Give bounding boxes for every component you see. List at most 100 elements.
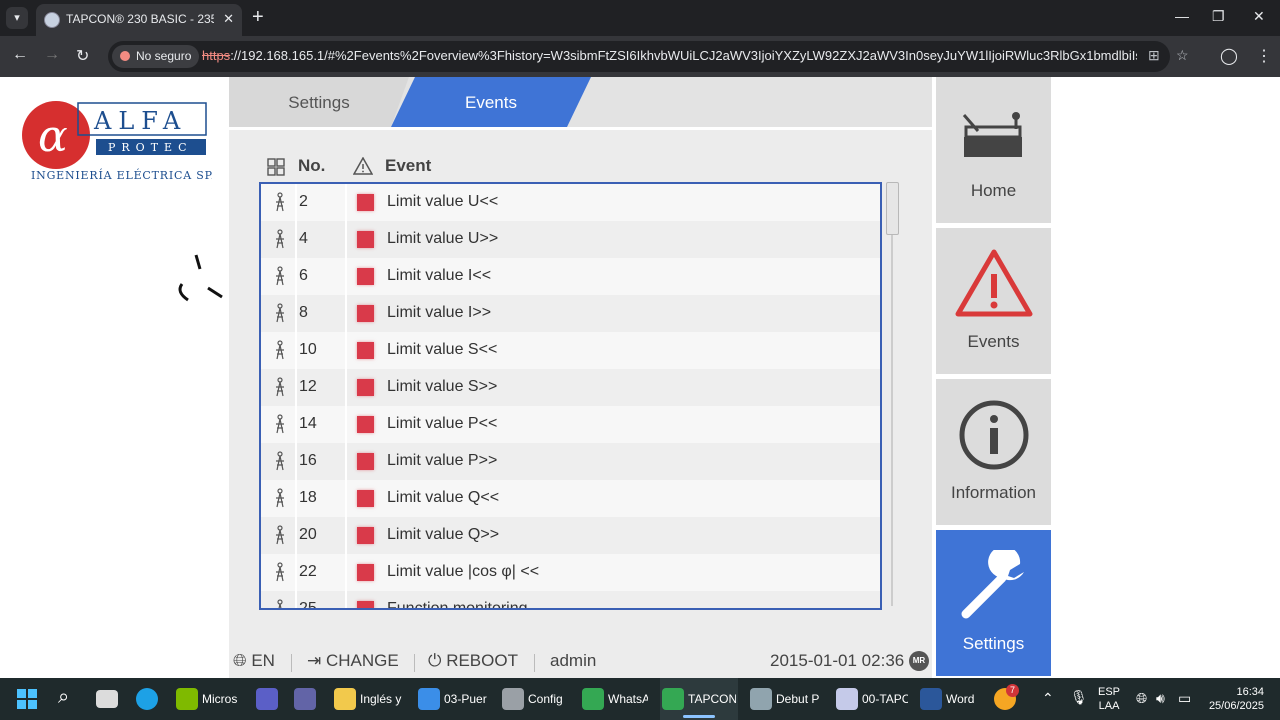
- event-number: 20: [299, 526, 317, 543]
- lang-bottom: LAA: [1098, 700, 1120, 712]
- event-row[interactable]: 8 Limit value I>>: [261, 295, 880, 332]
- profile-icon[interactable]: ◯: [1220, 46, 1238, 66]
- reboot-button[interactable]: ⏻ REBOOT: [428, 651, 518, 671]
- event-number: 2: [299, 193, 308, 210]
- app-microsoft-store[interactable]: Micros: [174, 678, 244, 720]
- event-name: Function monitoring: [387, 600, 528, 610]
- event-name: Limit value U>>: [387, 230, 499, 247]
- event-row[interactable]: 12 Limit value S>>: [261, 369, 880, 406]
- task-view-icon[interactable]: [96, 678, 120, 720]
- app-file-explorer[interactable]: Inglés y: [332, 678, 406, 720]
- power-icon: ⏻: [428, 651, 442, 670]
- nav-information[interactable]: Information: [936, 379, 1051, 525]
- app-chrome-whatsapp[interactable]: WhatsA: [580, 678, 650, 720]
- close-tab-icon[interactable]: ✕: [223, 11, 234, 27]
- event-row[interactable]: 4 Limit value U>>: [261, 221, 880, 258]
- translate-icon[interactable]: ⊞: [1148, 47, 1160, 64]
- severity-indicator: [357, 564, 374, 581]
- scrollbar-thumb[interactable]: [886, 182, 899, 235]
- edge-icon[interactable]: [136, 678, 160, 720]
- event-row[interactable]: 20 Limit value Q>>: [261, 517, 880, 554]
- app-debut[interactable]: Debut P: [748, 678, 824, 720]
- event-row[interactable]: 25 Function monitoring: [261, 591, 880, 610]
- tab-events[interactable]: Events: [391, 77, 591, 127]
- app-chrome-tapcon[interactable]: TAPCON: [660, 678, 738, 720]
- change-label: CHANGE: [325, 651, 399, 670]
- tower-icon: [276, 303, 284, 323]
- tab-search-button[interactable]: ▾: [6, 7, 28, 29]
- app-toolbox[interactable]: [254, 678, 280, 720]
- app-teams[interactable]: [292, 678, 318, 720]
- column-separator: [295, 517, 297, 554]
- app-editor[interactable]: 03-Puer: [416, 678, 490, 720]
- back-icon[interactable]: ←: [12, 46, 28, 64]
- battery-icon[interactable]: ▭: [1178, 690, 1191, 707]
- address-bar[interactable]: No seguro https://192.168.165.1/#%2Feven…: [108, 41, 1189, 72]
- nav-home[interactable]: Home: [936, 77, 1051, 223]
- event-row[interactable]: 14 Limit value P<<: [261, 406, 880, 443]
- mr-logo-badge: MR: [909, 651, 929, 671]
- event-row[interactable]: 2 Limit value U<<: [261, 184, 880, 221]
- url-text[interactable]: https://192.168.165.1/#%2Fevents%2Foverv…: [202, 48, 1137, 63]
- tabs-divider: [229, 127, 932, 130]
- column-separator: [295, 295, 297, 332]
- taskbar-app-label: 00-TAPC: [862, 692, 908, 706]
- column-separator: [345, 443, 347, 480]
- column-separator: [295, 258, 297, 295]
- copilot-icon[interactable]: 7: [994, 678, 1019, 720]
- column-separator: [345, 406, 347, 443]
- clock[interactable]: 16:34 25/06/2025: [1206, 685, 1264, 713]
- event-row[interactable]: 16 Limit value P>>: [261, 443, 880, 480]
- nav-settings-label: Settings: [962, 634, 1025, 653]
- volume-icon[interactable]: 🔊︎: [1156, 690, 1165, 707]
- reload-icon[interactable]: ↻: [76, 46, 89, 66]
- browser-tab[interactable]: TAPCON® 230 BASIC - 235131 ✕: [36, 4, 242, 36]
- bookmark-star-icon[interactable]: ☆: [1176, 47, 1189, 64]
- tower-icon: [276, 525, 284, 545]
- grid-view-icon[interactable]: [267, 158, 285, 176]
- browser-toolbar: ← → ↻ No seguro https://192.168.165.1/#%…: [0, 36, 1280, 77]
- event-row[interactable]: 6 Limit value I<<: [261, 258, 880, 295]
- new-tab-button[interactable]: +: [252, 6, 264, 29]
- tray-chevron-icon[interactable]: ⌃: [1042, 690, 1054, 707]
- search-icon[interactable]: ⌕: [58, 678, 82, 720]
- event-row[interactable]: 18 Limit value Q<<: [261, 480, 880, 517]
- input-language[interactable]: ESP LAA: [1098, 685, 1120, 713]
- event-list[interactable]: 2 Limit value U<< 4 Limit value U>> 6 Limit v…: [259, 182, 882, 610]
- column-separator: [345, 591, 347, 608]
- column-header-no[interactable]: No.: [298, 156, 325, 176]
- network-icon[interactable]: 🌐︎: [1136, 690, 1147, 707]
- microphone-icon[interactable]: 🎙︎: [1070, 689, 1088, 706]
- event-row[interactable]: 10 Limit value S<<: [261, 332, 880, 369]
- tab-settings[interactable]: Settings: [229, 77, 409, 127]
- app-notepad[interactable]: 00-TAPC: [834, 678, 910, 720]
- app-settings-icon: [502, 688, 524, 710]
- event-name: Limit value S<<: [387, 341, 498, 358]
- close-window-icon[interactable]: ✕: [1253, 8, 1265, 25]
- nav-events[interactable]: Events: [936, 228, 1051, 374]
- user-label: admin: [550, 651, 597, 670]
- change-button[interactable]: ⇥ CHANGE: [307, 651, 399, 671]
- minimize-icon[interactable]: —: [1175, 8, 1189, 24]
- tower-icon: [276, 192, 284, 212]
- language-selector[interactable]: 🌐︎ EN: [233, 651, 275, 671]
- app-word[interactable]: Word: [918, 678, 988, 720]
- severity-indicator: [357, 416, 374, 433]
- tower-icon: [276, 229, 284, 249]
- logo-brand: ALFA: [93, 107, 187, 135]
- security-chip[interactable]: No seguro: [112, 45, 200, 68]
- event-row[interactable]: 22 Limit value |cos φ| <<: [261, 554, 880, 591]
- nav-settings[interactable]: Settings: [936, 530, 1051, 676]
- scrollbar-track[interactable]: [891, 182, 893, 606]
- column-header-event[interactable]: Event: [385, 156, 431, 176]
- start-icon[interactable]: [16, 678, 42, 720]
- app-microsoft-store-icon: [176, 688, 198, 710]
- event-name: Limit value Q<<: [387, 489, 500, 506]
- event-number: 25: [299, 600, 317, 610]
- maximize-icon[interactable]: ❐: [1212, 8, 1225, 25]
- app-settings[interactable]: Config: [500, 678, 570, 720]
- app-debut-icon: [750, 688, 772, 710]
- event-number: 4: [299, 230, 308, 247]
- forward-icon[interactable]: →: [44, 46, 60, 64]
- menu-icon[interactable]: ⋮: [1256, 46, 1272, 66]
